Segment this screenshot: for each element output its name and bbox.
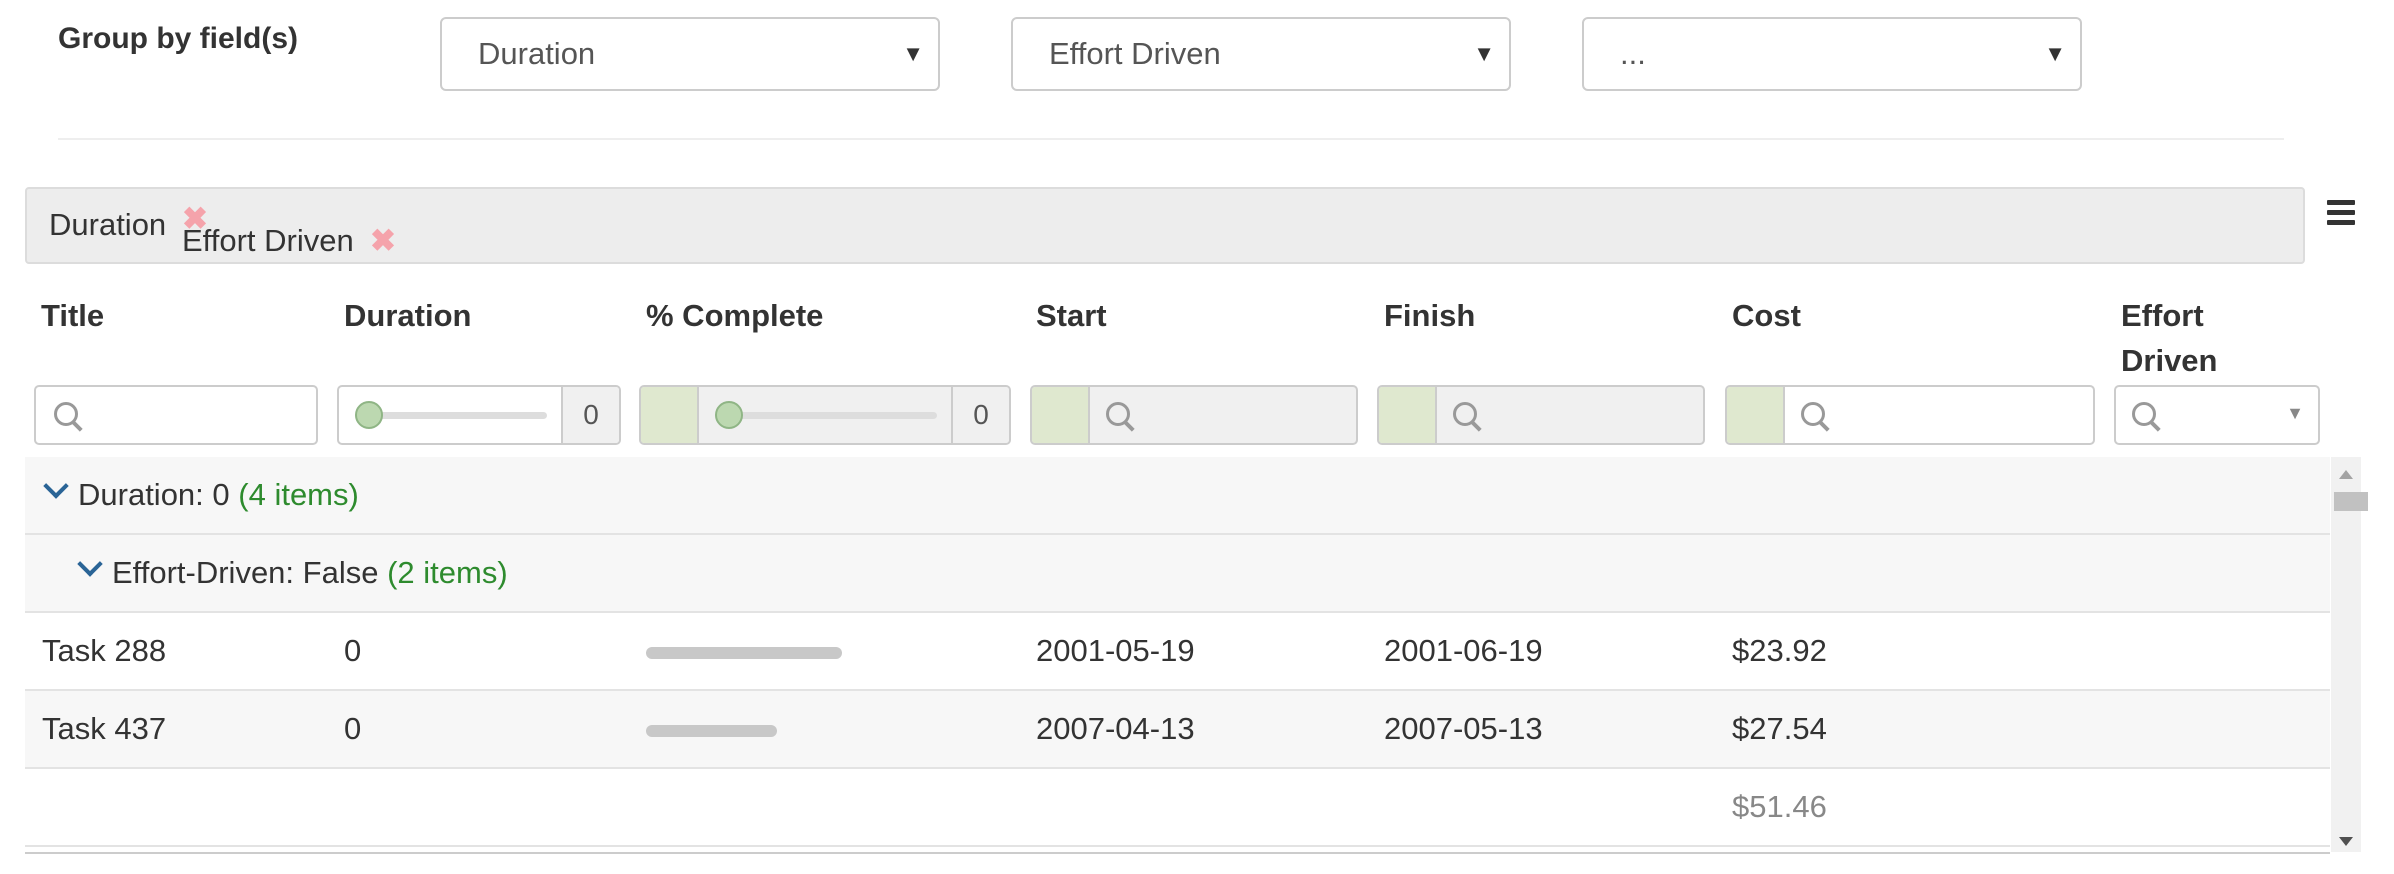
cell-cost: $23.92 xyxy=(1732,633,1827,668)
duration-filter-slider[interactable]: 0 xyxy=(337,385,621,445)
percent-complete-filter-slider[interactable]: 0 xyxy=(639,385,1011,445)
column-header-duration[interactable]: Duration xyxy=(344,293,471,338)
slider-track xyxy=(355,412,547,419)
chip-label: Effort Driven xyxy=(182,223,354,258)
group-count: (2 items) xyxy=(387,555,508,590)
chevron-down-icon[interactable] xyxy=(43,473,69,499)
select-value: Duration xyxy=(478,36,596,71)
cell-start: 2007-04-13 xyxy=(1036,711,1195,746)
operator-block[interactable] xyxy=(641,387,699,443)
group-drop-zone[interactable]: Duration ✖ Effort Driven ✖ xyxy=(25,187,2305,264)
group-count: (4 items) xyxy=(238,477,359,512)
cell-finish: 2007-05-13 xyxy=(1384,711,1543,746)
effort-driven-filter-select[interactable]: ▼ xyxy=(2114,385,2320,445)
table-row[interactable]: Task 437 0 2007-04-13 2007-05-13 $27.54 xyxy=(25,691,2330,769)
select-value: ... xyxy=(1620,36,1646,71)
chevron-down-icon[interactable] xyxy=(77,551,103,577)
caret-down-icon: ▼ xyxy=(902,41,924,66)
column-header-effort-driven[interactable]: Effort Driven xyxy=(2121,293,2241,383)
scroll-thumb[interactable] xyxy=(2334,492,2368,511)
scroll-down-icon[interactable] xyxy=(2339,837,2353,846)
group-totals-row: $51.46 xyxy=(25,769,2330,847)
cell-title: Task 437 xyxy=(42,711,167,746)
operator-block[interactable] xyxy=(1727,387,1785,443)
scroll-up-icon[interactable] xyxy=(2339,470,2353,479)
grid-viewport[interactable]: Duration: 0 (4 items) Effort-Driven: Fal… xyxy=(25,457,2330,857)
percent-complete-bar xyxy=(646,725,777,737)
chip-label: Duration xyxy=(49,207,167,242)
hamburger-icon[interactable] xyxy=(2327,200,2355,226)
slider-thumb[interactable] xyxy=(355,401,383,429)
slider-track xyxy=(715,412,937,419)
group-label: Effort-Driven: False xyxy=(112,555,379,590)
column-header-percent-complete[interactable]: % Complete xyxy=(646,293,823,338)
search-icon xyxy=(1106,402,1130,426)
group-row-effort-driven[interactable]: Effort-Driven: False (2 items) xyxy=(25,535,2330,613)
slider-value: 0 xyxy=(951,387,1009,443)
vertical-scrollbar[interactable] xyxy=(2331,457,2368,852)
cell-finish: 2001-06-19 xyxy=(1384,633,1543,668)
operator-block[interactable] xyxy=(1379,387,1437,443)
group-by-select-2[interactable]: Effort Driven ▼ xyxy=(1011,17,1511,91)
search-icon xyxy=(2132,402,2156,426)
cell-start: 2001-05-19 xyxy=(1036,633,1195,668)
group-chip-effort-driven[interactable]: Effort Driven xyxy=(182,223,354,259)
grid-bottom-border xyxy=(25,852,2330,854)
percent-complete-bar xyxy=(646,647,843,659)
total-cost: $51.46 xyxy=(1732,789,1827,824)
group-chip-duration[interactable]: Duration xyxy=(49,207,166,243)
group-title: Duration: 0 (4 items) xyxy=(78,457,359,533)
search-icon xyxy=(1453,402,1477,426)
title-filter-input[interactable] xyxy=(34,385,318,445)
caret-down-icon: ▼ xyxy=(2286,403,2304,423)
group-by-label: Group by field(s) xyxy=(58,22,298,55)
column-header-cost[interactable]: Cost xyxy=(1732,293,1801,338)
search-icon xyxy=(1801,402,1825,426)
group-title: Effort-Driven: False (2 items) xyxy=(112,535,508,611)
cell-duration: 0 xyxy=(344,711,362,746)
select-value: Effort Driven xyxy=(1049,36,1221,71)
slider-thumb[interactable] xyxy=(715,401,743,429)
finish-date-filter[interactable] xyxy=(1377,385,1705,445)
slider-value: 0 xyxy=(561,387,619,443)
operator-block[interactable] xyxy=(1032,387,1090,443)
group-label: Duration: 0 xyxy=(78,477,230,512)
caret-down-icon: ▼ xyxy=(1473,41,1495,66)
group-by-select-1[interactable]: Duration ▼ xyxy=(440,17,940,91)
group-row-duration[interactable]: Duration: 0 (4 items) xyxy=(25,457,2330,535)
caret-down-icon: ▼ xyxy=(2044,41,2066,66)
column-header-start[interactable]: Start xyxy=(1036,293,1107,338)
column-header-title[interactable]: Title xyxy=(41,293,104,338)
cell-duration: 0 xyxy=(344,633,362,668)
search-icon xyxy=(54,402,78,426)
column-header-finish[interactable]: Finish xyxy=(1384,293,1475,338)
cell-cost: $27.54 xyxy=(1732,711,1827,746)
cell-title: Task 288 xyxy=(42,633,167,668)
remove-chip-icon[interactable]: ✖ xyxy=(370,223,396,259)
cost-filter[interactable] xyxy=(1725,385,2095,445)
divider xyxy=(58,138,2284,140)
table-row[interactable]: Task 288 0 2001-05-19 2001-06-19 $23.92 xyxy=(25,613,2330,691)
start-date-filter[interactable] xyxy=(1030,385,1358,445)
group-by-select-3[interactable]: ... ▼ xyxy=(1582,17,2082,91)
